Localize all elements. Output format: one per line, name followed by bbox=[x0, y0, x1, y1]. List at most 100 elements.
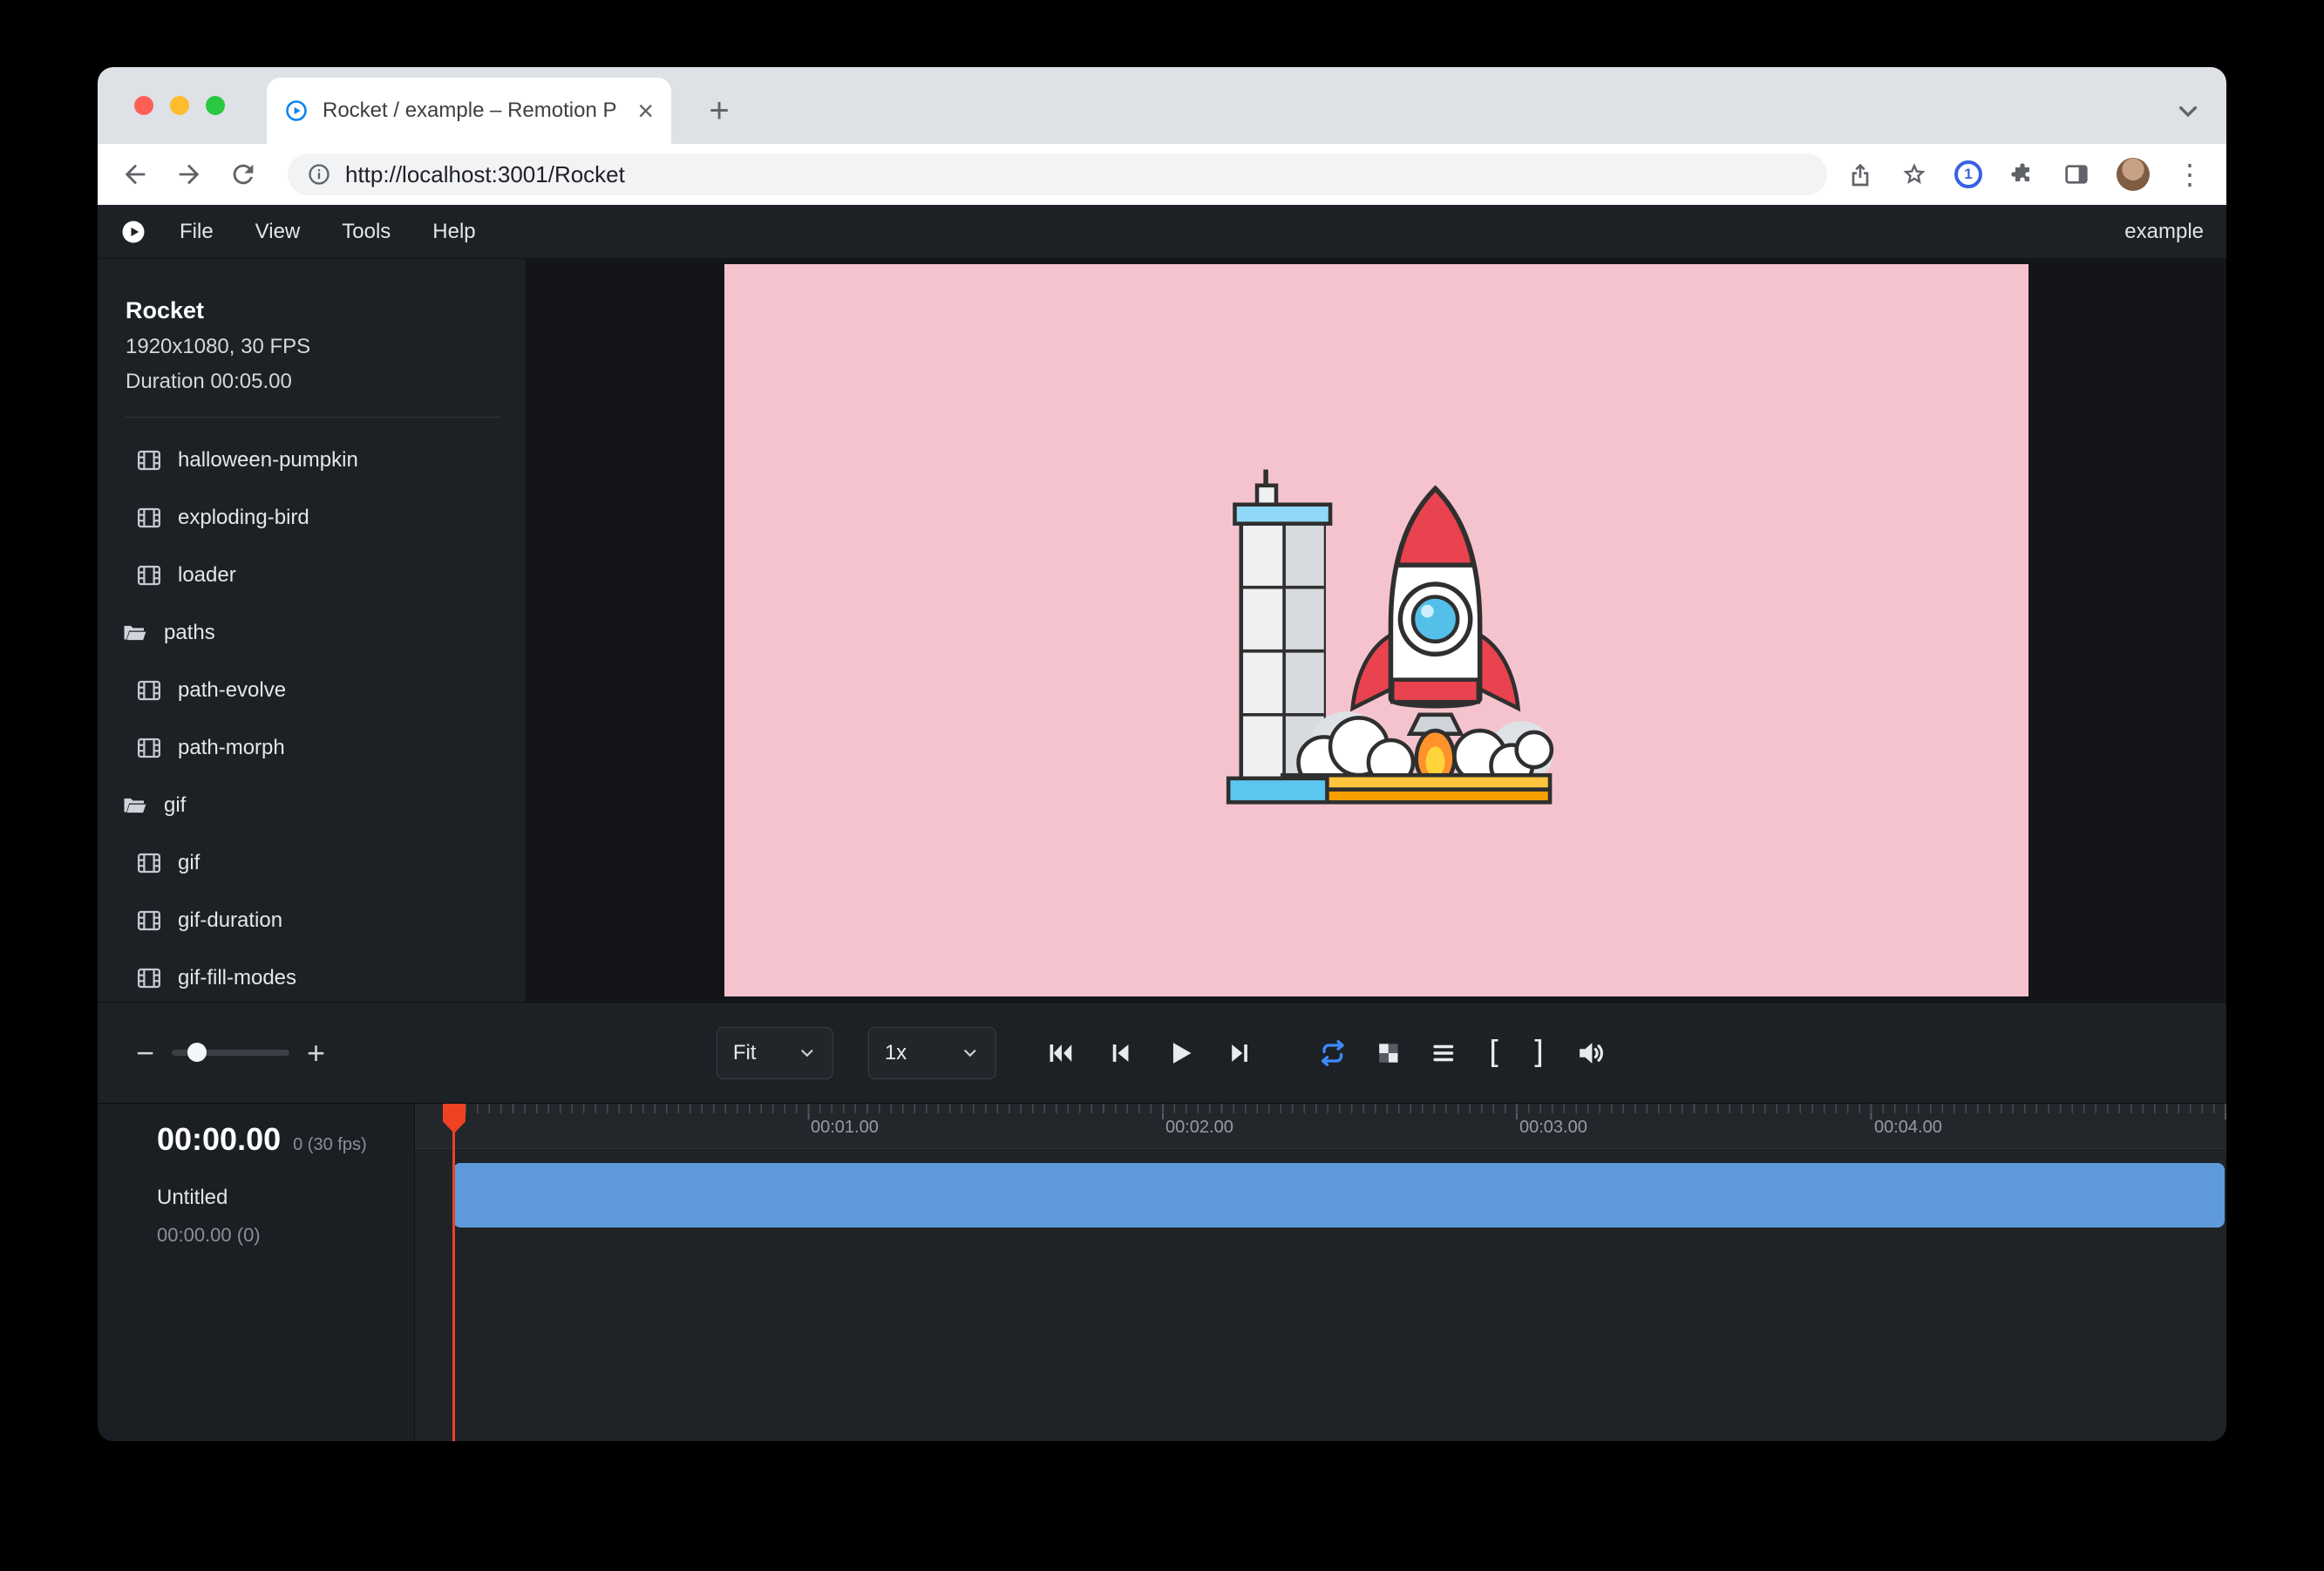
browser-tab[interactable]: Rocket / example – Remotion P × bbox=[267, 78, 671, 144]
share-icon[interactable] bbox=[1846, 160, 1874, 188]
item-label: loader bbox=[178, 563, 236, 588]
sidebar-item-loader[interactable]: loader bbox=[98, 547, 526, 604]
volume-icon[interactable] bbox=[1574, 1037, 1607, 1070]
film-icon bbox=[136, 562, 162, 588]
playback-rate-dropdown[interactable]: 1x bbox=[868, 1027, 996, 1079]
timeline-track[interactable] bbox=[453, 1163, 2225, 1228]
bookmark-star-icon[interactable] bbox=[1900, 160, 1928, 188]
preview-area bbox=[527, 259, 2226, 1002]
menu-tools[interactable]: Tools bbox=[321, 220, 411, 244]
timeline-ruler[interactable]: 00:01.00 00:02.00 00:03.00 00:04.00 bbox=[415, 1104, 2226, 1149]
composition-list: halloween-pumpkin exploding-bird loader … bbox=[98, 432, 526, 1002]
menu-help[interactable]: Help bbox=[411, 220, 496, 244]
item-label: halloween-pumpkin bbox=[178, 448, 358, 473]
composition-info: Rocket 1920x1080, 30 FPS Duration 00:05.… bbox=[98, 259, 526, 418]
app-menubar: File View Tools Help example bbox=[98, 205, 2226, 259]
folder-open-icon bbox=[122, 792, 148, 819]
sidebar-folder-paths[interactable]: paths bbox=[98, 604, 526, 662]
sidebar-item-gif-fill-modes[interactable]: gif-fill-modes bbox=[98, 949, 526, 1002]
film-icon bbox=[136, 677, 162, 704]
close-window-button[interactable] bbox=[134, 96, 153, 115]
size-dropdown[interactable]: Fit bbox=[717, 1027, 833, 1079]
zoom-in-icon[interactable]: + bbox=[307, 1035, 325, 1071]
sidebar-item-exploding-bird[interactable]: exploding-bird bbox=[98, 489, 526, 547]
timeline-canvas[interactable]: 00:01.00 00:02.00 00:03.00 00:04.00 bbox=[415, 1104, 2226, 1441]
password-extension-icon[interactable]: 1 bbox=[1954, 160, 1982, 188]
film-icon bbox=[136, 447, 162, 473]
sidebar-folder-gif[interactable]: gif bbox=[98, 777, 526, 834]
current-time-display: 00:00.00 bbox=[157, 1121, 281, 1158]
remotion-logo-icon[interactable] bbox=[120, 219, 146, 245]
transport-controls bbox=[1045, 1037, 1256, 1070]
project-name: example bbox=[2124, 220, 2204, 244]
browser-toolbar: http://localhost:3001/Rocket 1 ⋮ bbox=[98, 144, 2226, 205]
in-point-icon[interactable]: [ bbox=[1485, 1035, 1504, 1071]
film-icon bbox=[136, 965, 162, 991]
item-label: path-evolve bbox=[178, 678, 286, 703]
tab-search-chevron-icon[interactable] bbox=[2171, 93, 2205, 128]
new-tab-button[interactable]: + bbox=[700, 92, 738, 130]
back-button[interactable] bbox=[120, 160, 150, 189]
item-label: gif-duration bbox=[178, 908, 282, 933]
chevron-down-icon bbox=[961, 1044, 980, 1063]
sidebar-item-halloween-pumpkin[interactable]: halloween-pumpkin bbox=[98, 432, 526, 489]
zoom-slider[interactable] bbox=[172, 1050, 289, 1056]
film-icon bbox=[136, 908, 162, 934]
zoom-out-icon[interactable]: − bbox=[136, 1035, 154, 1071]
composition-resolution: 1920x1080, 30 FPS bbox=[126, 335, 499, 359]
url-text: http://localhost:3001/Rocket bbox=[345, 161, 625, 188]
side-panel-icon[interactable] bbox=[2062, 160, 2090, 188]
folder-open-icon bbox=[122, 620, 148, 646]
item-label: gif-fill-modes bbox=[178, 966, 296, 990]
timeline-rows-icon[interactable] bbox=[1429, 1038, 1458, 1068]
sidebar-item-gif-duration[interactable]: gif-duration bbox=[98, 892, 526, 949]
menu-view[interactable]: View bbox=[234, 220, 322, 244]
address-bar[interactable]: http://localhost:3001/Rocket bbox=[288, 153, 1827, 195]
next-frame-button[interactable] bbox=[1227, 1038, 1256, 1068]
minimize-window-button[interactable] bbox=[170, 96, 189, 115]
toolbar-actions: 1 ⋮ bbox=[1846, 158, 2204, 191]
browser-window: Rocket / example – Remotion P × + http:/… bbox=[98, 67, 2226, 1441]
window-controls bbox=[134, 96, 225, 115]
ruler-label: 00:03.00 bbox=[1519, 1118, 1587, 1138]
previous-frame-button[interactable] bbox=[1104, 1038, 1134, 1068]
transparency-checkerboard-icon[interactable] bbox=[1375, 1039, 1403, 1067]
zoom-control: − + bbox=[136, 1035, 325, 1071]
item-label: gif bbox=[178, 851, 200, 875]
item-label: path-morph bbox=[178, 736, 285, 760]
playback-rate-value: 1x bbox=[885, 1041, 907, 1065]
composition-preview[interactable] bbox=[724, 264, 2028, 996]
size-dropdown-value: Fit bbox=[733, 1041, 757, 1065]
maximize-window-button[interactable] bbox=[206, 96, 225, 115]
profile-avatar[interactable] bbox=[2117, 158, 2150, 191]
play-button[interactable] bbox=[1164, 1037, 1197, 1070]
ruler-label: 00:02.00 bbox=[1165, 1118, 1233, 1138]
tab-close-icon[interactable]: × bbox=[637, 97, 654, 125]
browser-menu-icon[interactable]: ⋮ bbox=[2176, 158, 2204, 191]
sidebar-divider bbox=[126, 417, 499, 418]
chevron-down-icon bbox=[798, 1044, 817, 1063]
item-label: paths bbox=[164, 621, 215, 645]
extensions-puzzle-icon[interactable] bbox=[2008, 160, 2036, 188]
out-point-icon[interactable]: ] bbox=[1530, 1035, 1549, 1071]
playback-controls-bar: − + Fit 1x bbox=[98, 1002, 2226, 1103]
playhead-line[interactable] bbox=[452, 1104, 455, 1441]
sidebar-item-gif[interactable]: gif bbox=[98, 834, 526, 892]
film-icon bbox=[136, 735, 162, 761]
ruler-label: 00:04.00 bbox=[1874, 1118, 1942, 1138]
zoom-slider-knob[interactable] bbox=[187, 1043, 207, 1062]
track-name: Untitled bbox=[157, 1186, 414, 1210]
sidebar-item-path-morph[interactable]: path-morph bbox=[98, 719, 526, 777]
rocket-illustration bbox=[1193, 447, 1560, 813]
forward-button[interactable] bbox=[174, 160, 204, 189]
timeline: 00:00.00 0 (30 fps) Untitled 00:00.00 (0… bbox=[98, 1103, 2226, 1441]
site-info-icon[interactable] bbox=[307, 162, 331, 187]
menu-file[interactable]: File bbox=[159, 220, 234, 244]
sidebar-item-path-evolve[interactable]: path-evolve bbox=[98, 662, 526, 719]
jump-to-start-button[interactable] bbox=[1045, 1038, 1075, 1068]
reload-button[interactable] bbox=[228, 160, 258, 189]
loop-toggle-icon[interactable] bbox=[1317, 1037, 1349, 1069]
item-label: gif bbox=[164, 793, 186, 818]
composition-name: Rocket bbox=[126, 297, 499, 324]
compositions-sidebar: Rocket 1920x1080, 30 FPS Duration 00:05.… bbox=[98, 259, 527, 1002]
